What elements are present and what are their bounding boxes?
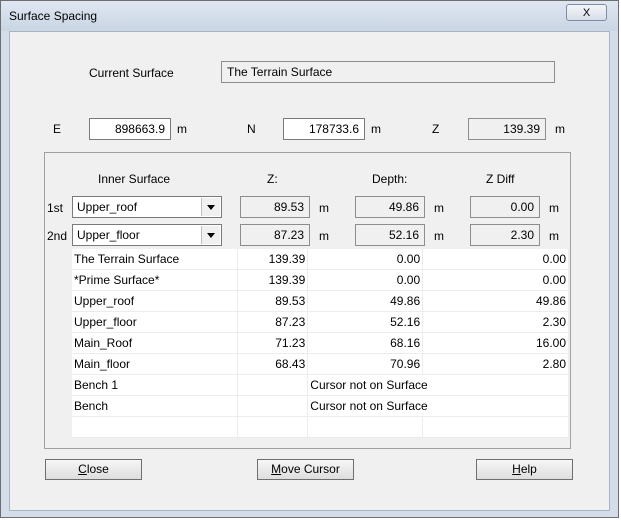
row-2nd-label: 2nd <box>47 229 68 243</box>
surface-z: 71.23 <box>237 332 309 354</box>
help-button[interactable]: Help <box>476 459 573 480</box>
n-label: N <box>247 122 256 136</box>
second-z-unit: m <box>319 229 329 243</box>
e-unit: m <box>177 122 187 136</box>
chevron-down-icon[interactable] <box>201 226 220 244</box>
surface-depth: 70.96 <box>307 353 424 375</box>
surface-name: Upper_roof <box>72 290 239 312</box>
table-row[interactable]: *Prime Surface* 139.39 0.00 0.00 <box>72 269 569 291</box>
surface-name: Main_Roof <box>72 332 239 354</box>
surface-zdiff: 0.00 <box>422 249 569 270</box>
move-cursor-button[interactable]: Move Cursor <box>257 459 354 480</box>
row-1st-label: 1st <box>47 201 64 215</box>
close-button-mnemonic: C <box>78 462 87 476</box>
surface-name: The Terrain Surface <box>72 249 239 270</box>
move-cursor-label: ove Cursor <box>281 462 340 476</box>
table-row[interactable]: The Terrain Surface 139.39 0.00 0.00 <box>72 249 569 270</box>
surface-z: 139.39 <box>237 249 309 270</box>
surface-name <box>72 416 239 438</box>
second-depth-unit: m <box>434 229 444 243</box>
current-surface-field: The Terrain Surface <box>221 61 555 83</box>
inner-surface-header: Inner Surface <box>98 172 171 186</box>
surface-name: Upper_floor <box>72 311 239 333</box>
surface-zdiff: 2.80 <box>422 353 569 375</box>
surface-zdiff: 49.86 <box>422 290 569 312</box>
table-row[interactable]: Upper_floor 87.23 52.16 2.30 <box>72 311 569 333</box>
surface-note: Cursor not on Surface <box>307 374 569 396</box>
close-icon: X <box>582 7 591 19</box>
second-surface-value: Upper_floor <box>77 228 140 242</box>
table-row[interactable] <box>72 416 569 438</box>
surface-zdiff: 2.30 <box>422 311 569 333</box>
help-button-mnemonic: H <box>512 462 521 476</box>
surface-z: 87.23 <box>237 311 309 333</box>
first-depth-field: 49.86 <box>355 196 425 218</box>
first-zdiff-unit: m <box>549 201 559 215</box>
table-row[interactable]: Upper_roof 89.53 49.86 49.86 <box>72 290 569 312</box>
n-coordinate-input[interactable]: 178733.6 <box>283 118 365 140</box>
first-zdiff-field: 0.00 <box>470 196 540 218</box>
surface-z <box>237 374 309 396</box>
window-title: Surface Spacing <box>9 9 98 23</box>
second-surface-select[interactable]: Upper_floor <box>72 224 222 246</box>
surface-spacing-window: Surface Spacing X Current Surface The Te… <box>0 0 619 518</box>
zdiff-header: Z Diff <box>486 172 515 186</box>
surface-name: Bench <box>72 395 239 417</box>
z-unit: m <box>555 122 565 136</box>
depth-header: Depth: <box>372 172 408 186</box>
second-depth-field: 52.16 <box>355 224 425 246</box>
surface-zdiff: 16.00 <box>422 332 569 354</box>
e-coordinate-input[interactable]: 898663.9 <box>89 118 171 140</box>
surface-depth: 0.00 <box>307 249 424 270</box>
current-surface-label: Current Surface <box>89 66 174 80</box>
window-close-button[interactable]: X <box>566 4 607 21</box>
first-surface-value: Upper_roof <box>77 200 138 214</box>
help-button-label: elp <box>520 462 537 476</box>
surface-zdiff: 0.00 <box>422 269 569 291</box>
surface-table: The Terrain Surface 139.39 0.00 0.00 *Pr… <box>72 249 569 438</box>
close-button-label: lose <box>86 462 109 476</box>
surface-name: *Prime Surface* <box>72 269 239 291</box>
e-label: E <box>53 122 62 136</box>
surface-z: 89.53 <box>237 290 309 312</box>
surface-name: Bench 1 <box>72 374 239 396</box>
surface-z <box>237 395 309 417</box>
move-cursor-mnemonic: M <box>271 462 282 476</box>
first-z-unit: m <box>319 201 329 215</box>
surface-name: Main_floor <box>72 353 239 375</box>
z-header: Z: <box>267 172 278 186</box>
title-bar: Surface Spacing X <box>1 1 618 31</box>
first-z-field: 89.53 <box>240 196 310 218</box>
second-zdiff-unit: m <box>549 229 559 243</box>
dialog-client: Current Surface The Terrain Surface E 89… <box>9 31 610 511</box>
surface-depth: 49.86 <box>307 290 424 312</box>
second-zdiff-field: 2.30 <box>470 224 540 246</box>
first-depth-unit: m <box>434 201 444 215</box>
table-row[interactable]: Bench 1 Cursor not on Surface <box>72 374 569 396</box>
first-surface-select[interactable]: Upper_roof <box>72 196 222 218</box>
n-unit: m <box>371 122 381 136</box>
chevron-down-icon[interactable] <box>201 198 220 216</box>
table-row[interactable]: Main_floor 68.43 70.96 2.80 <box>72 353 569 375</box>
z-coordinate-field: 139.39 <box>468 118 546 140</box>
close-button[interactable]: Close <box>45 459 142 480</box>
surface-note: Cursor not on Surface <box>307 395 569 417</box>
surface-z: 139.39 <box>237 269 309 291</box>
table-row[interactable]: Main_Roof 71.23 68.16 16.00 <box>72 332 569 354</box>
surface-depth: 52.16 <box>307 311 424 333</box>
table-row[interactable]: Bench Cursor not on Surface <box>72 395 569 417</box>
surface-depth: 68.16 <box>307 332 424 354</box>
z-label: Z <box>432 122 440 136</box>
surface-depth: 0.00 <box>307 269 424 291</box>
second-z-field: 87.23 <box>240 224 310 246</box>
surface-z: 68.43 <box>237 353 309 375</box>
